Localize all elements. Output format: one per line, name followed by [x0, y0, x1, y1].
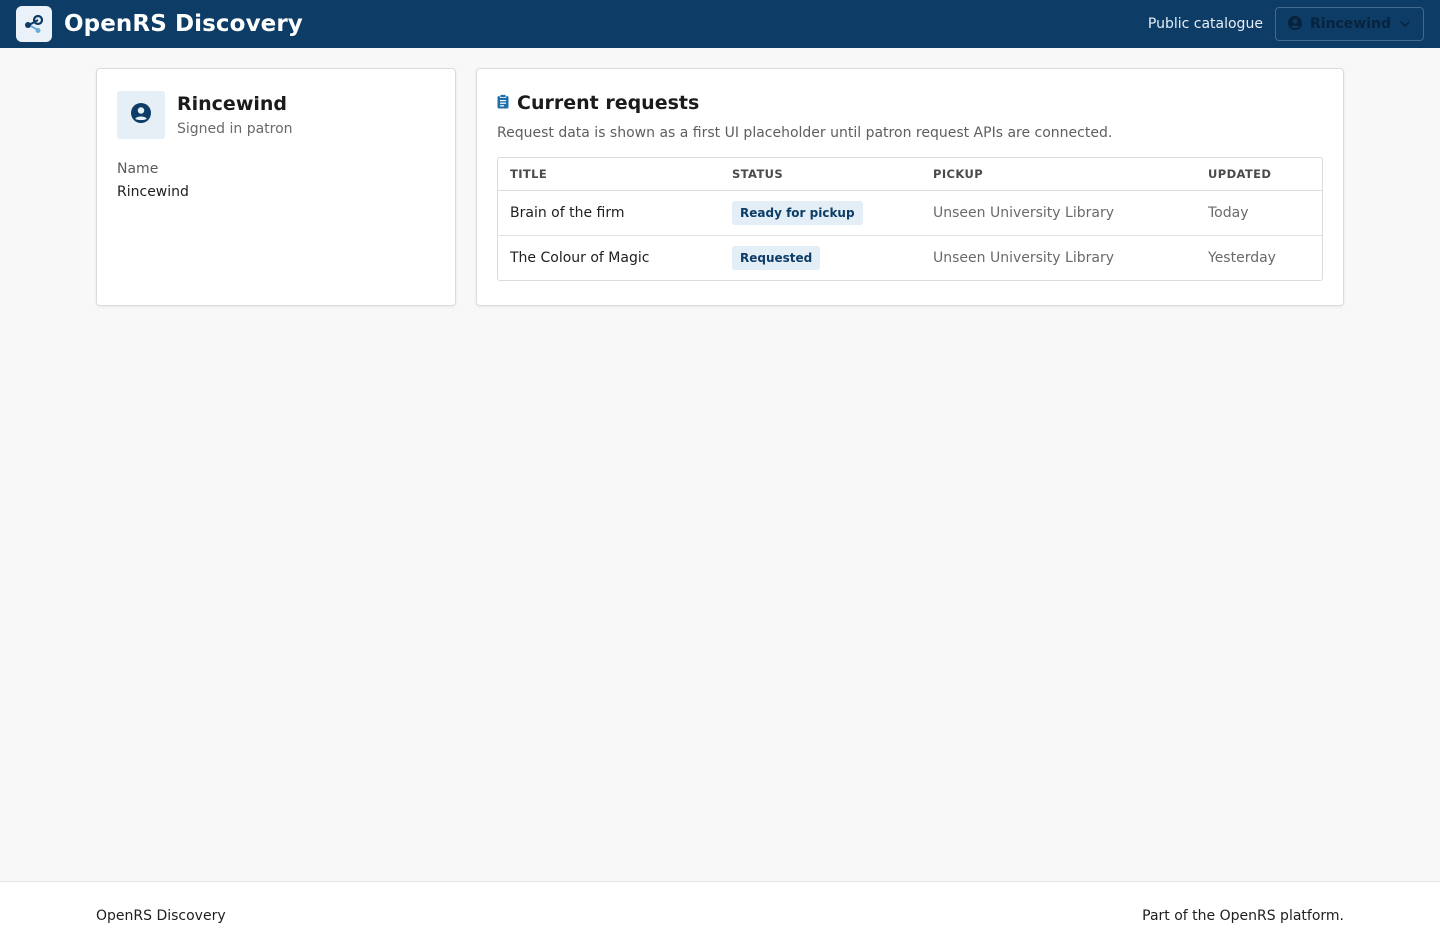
page-footer: OpenRS Discovery Part of the OpenRS plat…: [0, 881, 1440, 950]
avatar: [117, 91, 165, 139]
requests-header: Current requests: [497, 91, 1323, 115]
chevron-down-icon: [1399, 15, 1411, 34]
requests-description: Request data is shown as a first UI plac…: [497, 125, 1113, 141]
profile-header: Rincewind Signed in patron: [117, 91, 435, 139]
request-title: The Colour of Magic: [510, 249, 650, 266]
footer-platform-note: Part of the OpenRS platform.: [1142, 908, 1344, 924]
request-status-cell: Requested: [720, 235, 921, 280]
name-field-value: Rincewind: [117, 184, 189, 200]
share-nodes-icon: [16, 6, 52, 42]
table-header-row: TITLE STATUS PICKUP UPDATED: [498, 158, 1322, 191]
column-header-updated: UPDATED: [1196, 158, 1322, 191]
status-badge: Ready for pickup: [732, 200, 863, 225]
user-circle-icon: [131, 103, 151, 127]
name-field-label: Name: [117, 161, 159, 177]
request-status-cell: Ready for pickup: [720, 190, 921, 236]
top-navigation-bar: OpenRS Discovery Public catalogue Rincew…: [0, 0, 1440, 48]
patron-profile-card: Rincewind Signed in patron Name Rincewin…: [96, 68, 456, 306]
requests-table: TITLE STATUS PICKUP UPDATED Brain of the…: [498, 158, 1322, 280]
request-pickup: Unseen University Library: [921, 190, 1196, 236]
table-row: Brain of the firm Ready for pickup Unsee…: [498, 190, 1322, 236]
brand-home-link[interactable]: OpenRS Discovery: [16, 6, 303, 42]
header-actions: Public catalogue Rincewind: [1148, 7, 1424, 41]
brand-title: OpenRS Discovery: [64, 11, 303, 37]
requests-title: Current requests: [517, 92, 700, 114]
request-pickup: Unseen University Library: [933, 249, 1114, 266]
column-header-title: TITLE: [498, 158, 720, 191]
column-header-pickup: PICKUP: [921, 158, 1196, 191]
clipboard-icon: [497, 93, 509, 113]
request-updated: Yesterday: [1208, 249, 1276, 266]
profile-role: Signed in patron: [177, 121, 293, 137]
public-catalogue-link[interactable]: Public catalogue: [1148, 16, 1263, 32]
requests-table-container: TITLE STATUS PICKUP UPDATED Brain of the…: [497, 157, 1323, 281]
profile-identity: Rincewind Signed in patron: [177, 91, 293, 137]
request-updated: Today: [1196, 190, 1322, 236]
user-menu-button[interactable]: Rincewind: [1274, 7, 1424, 41]
user-menu-label: Rincewind: [1309, 16, 1391, 32]
current-requests-card: Current requests Request data is shown a…: [476, 68, 1344, 306]
profile-name: Rincewind: [177, 93, 288, 115]
request-title: Brain of the firm: [498, 190, 720, 236]
status-badge: Requested: [732, 245, 821, 270]
user-circle-icon: [1287, 15, 1302, 34]
footer-brand: OpenRS Discovery: [96, 908, 226, 924]
table-row: The Colour of Magic Requested Unseen Uni…: [498, 235, 1322, 280]
column-header-status: STATUS: [720, 158, 921, 191]
